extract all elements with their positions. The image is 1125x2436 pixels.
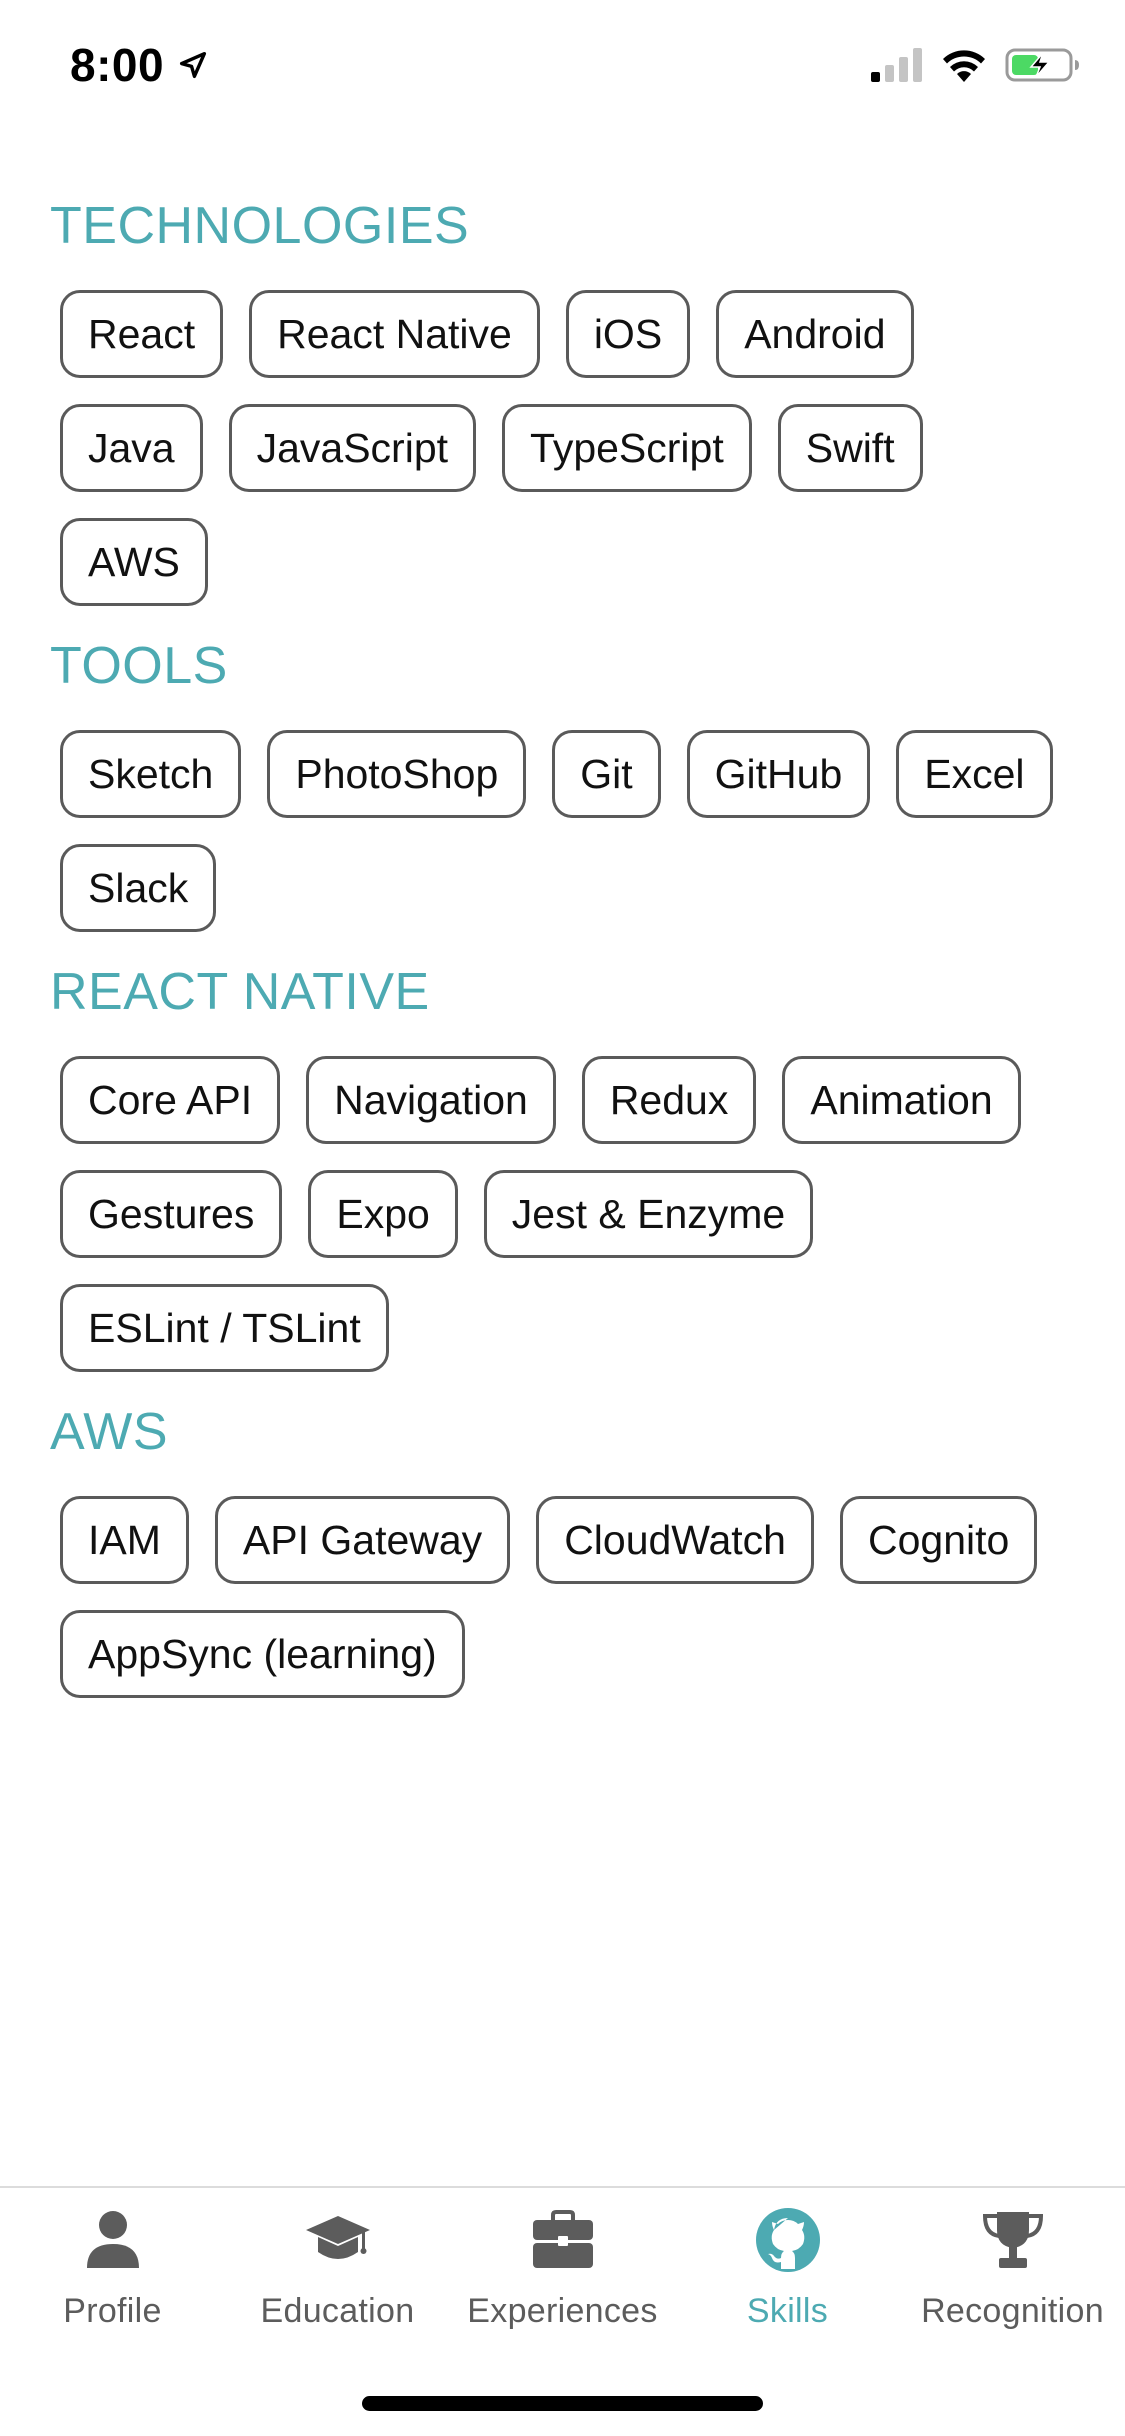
skill-chip[interactable]: PhotoShop	[267, 730, 527, 818]
tab-label: Education	[260, 2292, 415, 2330]
skill-chip[interactable]: Sketch	[60, 730, 242, 818]
briefcase-icon	[532, 2210, 593, 2268]
skill-chip[interactable]: iOS	[565, 290, 691, 378]
status-bar: 8:00	[0, 0, 1125, 132]
tab-label: Profile	[63, 2292, 162, 2330]
section-technologies: TECHNOLOGIES React React Native iOS Andr…	[50, 200, 1075, 606]
skill-chip[interactable]: Redux	[581, 1056, 757, 1144]
trophy-icon	[982, 2212, 1043, 2268]
skill-chip[interactable]: Java	[60, 404, 203, 492]
status-time: 8:00	[70, 38, 210, 92]
section-title: AWS	[50, 1403, 169, 1461]
status-time-text: 8:00	[70, 39, 165, 91]
graduation-cap-icon	[305, 2216, 370, 2259]
skill-chip[interactable]: Jest & Enzyme	[483, 1170, 814, 1258]
skill-chip[interactable]: Git	[552, 730, 661, 818]
status-indicators	[869, 46, 1081, 84]
skill-chip[interactable]: GitHub	[686, 730, 871, 818]
skill-chip[interactable]: IAM	[60, 1496, 189, 1584]
skill-chip[interactable]: Navigation	[306, 1056, 556, 1144]
skill-chip[interactable]: ESLint / TSLint	[60, 1284, 389, 1372]
tab-profile[interactable]: Profile	[0, 2206, 225, 2331]
skill-chip[interactable]: Gestures	[60, 1170, 283, 1258]
skill-chip[interactable]: Excel	[896, 730, 1053, 818]
section-title: TOOLS	[50, 637, 228, 695]
section-react-native: REACT NATIVE Core API Navigation Redux A…	[50, 966, 1075, 1372]
chip-list: Sketch PhotoShop Git GitHub Excel Slack	[50, 730, 1075, 932]
skill-chip[interactable]: Animation	[782, 1056, 1021, 1144]
chip-list: Core API Navigation Redux Animation Gest…	[50, 1056, 1075, 1372]
tab-recognition[interactable]: Recognition	[900, 2206, 1125, 2331]
skill-chip[interactable]: Cognito	[839, 1496, 1038, 1584]
skill-chip[interactable]: AppSync (learning)	[60, 1610, 465, 1698]
tab-education[interactable]: Education	[225, 2206, 450, 2331]
skill-chip[interactable]: Core API	[60, 1056, 281, 1144]
tab-skills[interactable]: Skills	[675, 2206, 900, 2331]
skill-chip[interactable]: TypeScript	[502, 404, 752, 492]
section-title: TECHNOLOGIES	[50, 197, 470, 255]
skill-chip[interactable]: API Gateway	[214, 1496, 511, 1584]
skill-chip[interactable]: CloudWatch	[536, 1496, 814, 1584]
section-tools: TOOLS Sketch PhotoShop Git GitHub Excel …	[50, 640, 1075, 932]
skill-chip[interactable]: AWS	[60, 518, 208, 606]
skill-chip[interactable]: React	[60, 290, 224, 378]
person-icon	[86, 2211, 139, 2268]
cellular-signal-icon	[871, 48, 922, 82]
skill-chip[interactable]: React Native	[249, 290, 540, 378]
wifi-icon	[943, 50, 985, 82]
tab-label: Recognition	[921, 2292, 1104, 2330]
skill-chip[interactable]: JavaScript	[228, 404, 477, 492]
github-icon	[755, 2208, 820, 2272]
location-arrow-icon	[180, 51, 207, 79]
home-indicator[interactable]	[362, 2396, 763, 2411]
skill-chip[interactable]: Slack	[60, 844, 217, 932]
battery-charging-icon	[1005, 48, 1079, 82]
skill-chip[interactable]: Android	[716, 290, 914, 378]
skill-chip[interactable]: Swift	[777, 404, 923, 492]
chip-list: React React Native iOS Android Java Java…	[50, 290, 1075, 606]
tab-experiences[interactable]: Experiences	[450, 2206, 675, 2331]
chip-list: IAM API Gateway CloudWatch Cognito AppSy…	[50, 1496, 1075, 1698]
tab-label: Experiences	[467, 2292, 658, 2330]
section-aws: AWS IAM API Gateway CloudWatch Cognito A…	[50, 1406, 1075, 1698]
skills-content: TECHNOLOGIES React React Native iOS Andr…	[0, 200, 1125, 1732]
tab-label: Skills	[746, 2292, 829, 2330]
section-title: REACT NATIVE	[50, 963, 430, 1021]
skill-chip[interactable]: Expo	[308, 1170, 458, 1258]
